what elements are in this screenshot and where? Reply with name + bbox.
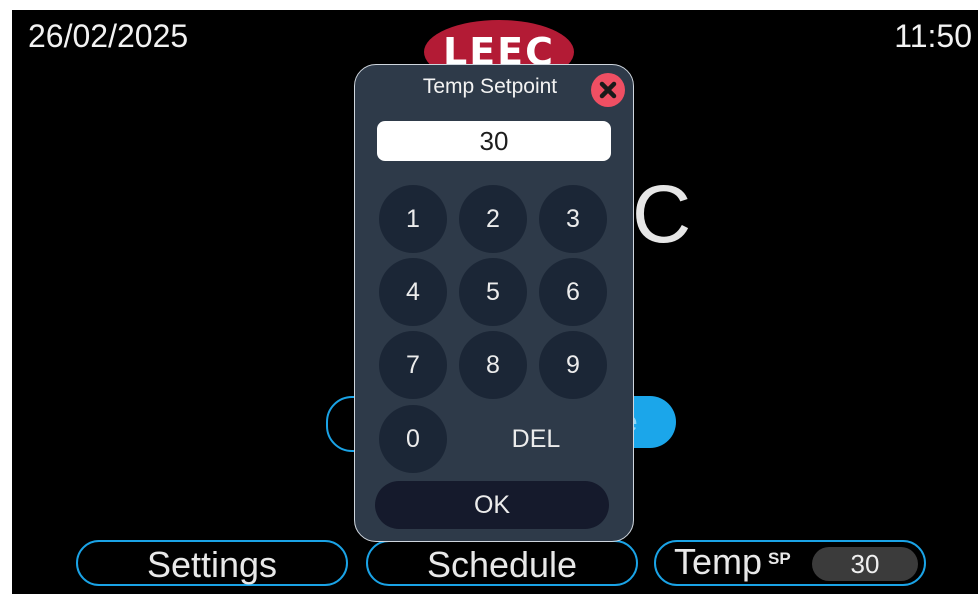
current-temp-unit: C <box>632 169 692 260</box>
key-8[interactable]: 8 <box>459 331 527 399</box>
key-4[interactable]: 4 <box>379 258 447 326</box>
temp-setpoint-value: 30 <box>812 547 918 581</box>
ok-button[interactable]: OK <box>375 481 609 529</box>
date-display: 26/02/2025 <box>28 18 189 54</box>
close-icon[interactable] <box>591 73 625 107</box>
key-7[interactable]: 7 <box>379 331 447 399</box>
delete-button[interactable]: DEL <box>481 405 591 473</box>
key-2[interactable]: 2 <box>459 185 527 253</box>
key-1[interactable]: 1 <box>379 185 447 253</box>
key-3[interactable]: 3 <box>539 185 607 253</box>
settings-button[interactable]: Settings <box>76 540 348 586</box>
key-6[interactable]: 6 <box>539 258 607 326</box>
temp-setpoint-superscript: SP <box>768 549 791 568</box>
key-9[interactable]: 9 <box>539 331 607 399</box>
key-0[interactable]: 0 <box>379 405 447 473</box>
key-5[interactable]: 5 <box>459 258 527 326</box>
temp-setpoint-dialog: Temp Setpoint 30 1 2 3 4 5 6 7 8 9 0 DEL… <box>354 64 634 542</box>
schedule-button[interactable]: Schedule <box>366 540 638 586</box>
temp-setpoint-label: Temp <box>674 541 763 582</box>
temp-setpoint-button[interactable]: Temp SP 30 <box>654 540 926 586</box>
setpoint-input[interactable]: 30 <box>377 121 611 161</box>
dialog-title: Temp Setpoint <box>422 75 558 98</box>
device-screen: 26/02/2025 11:50 LEEC C e Settings Sched… <box>12 10 978 594</box>
time-display: 11:50 <box>894 18 972 54</box>
